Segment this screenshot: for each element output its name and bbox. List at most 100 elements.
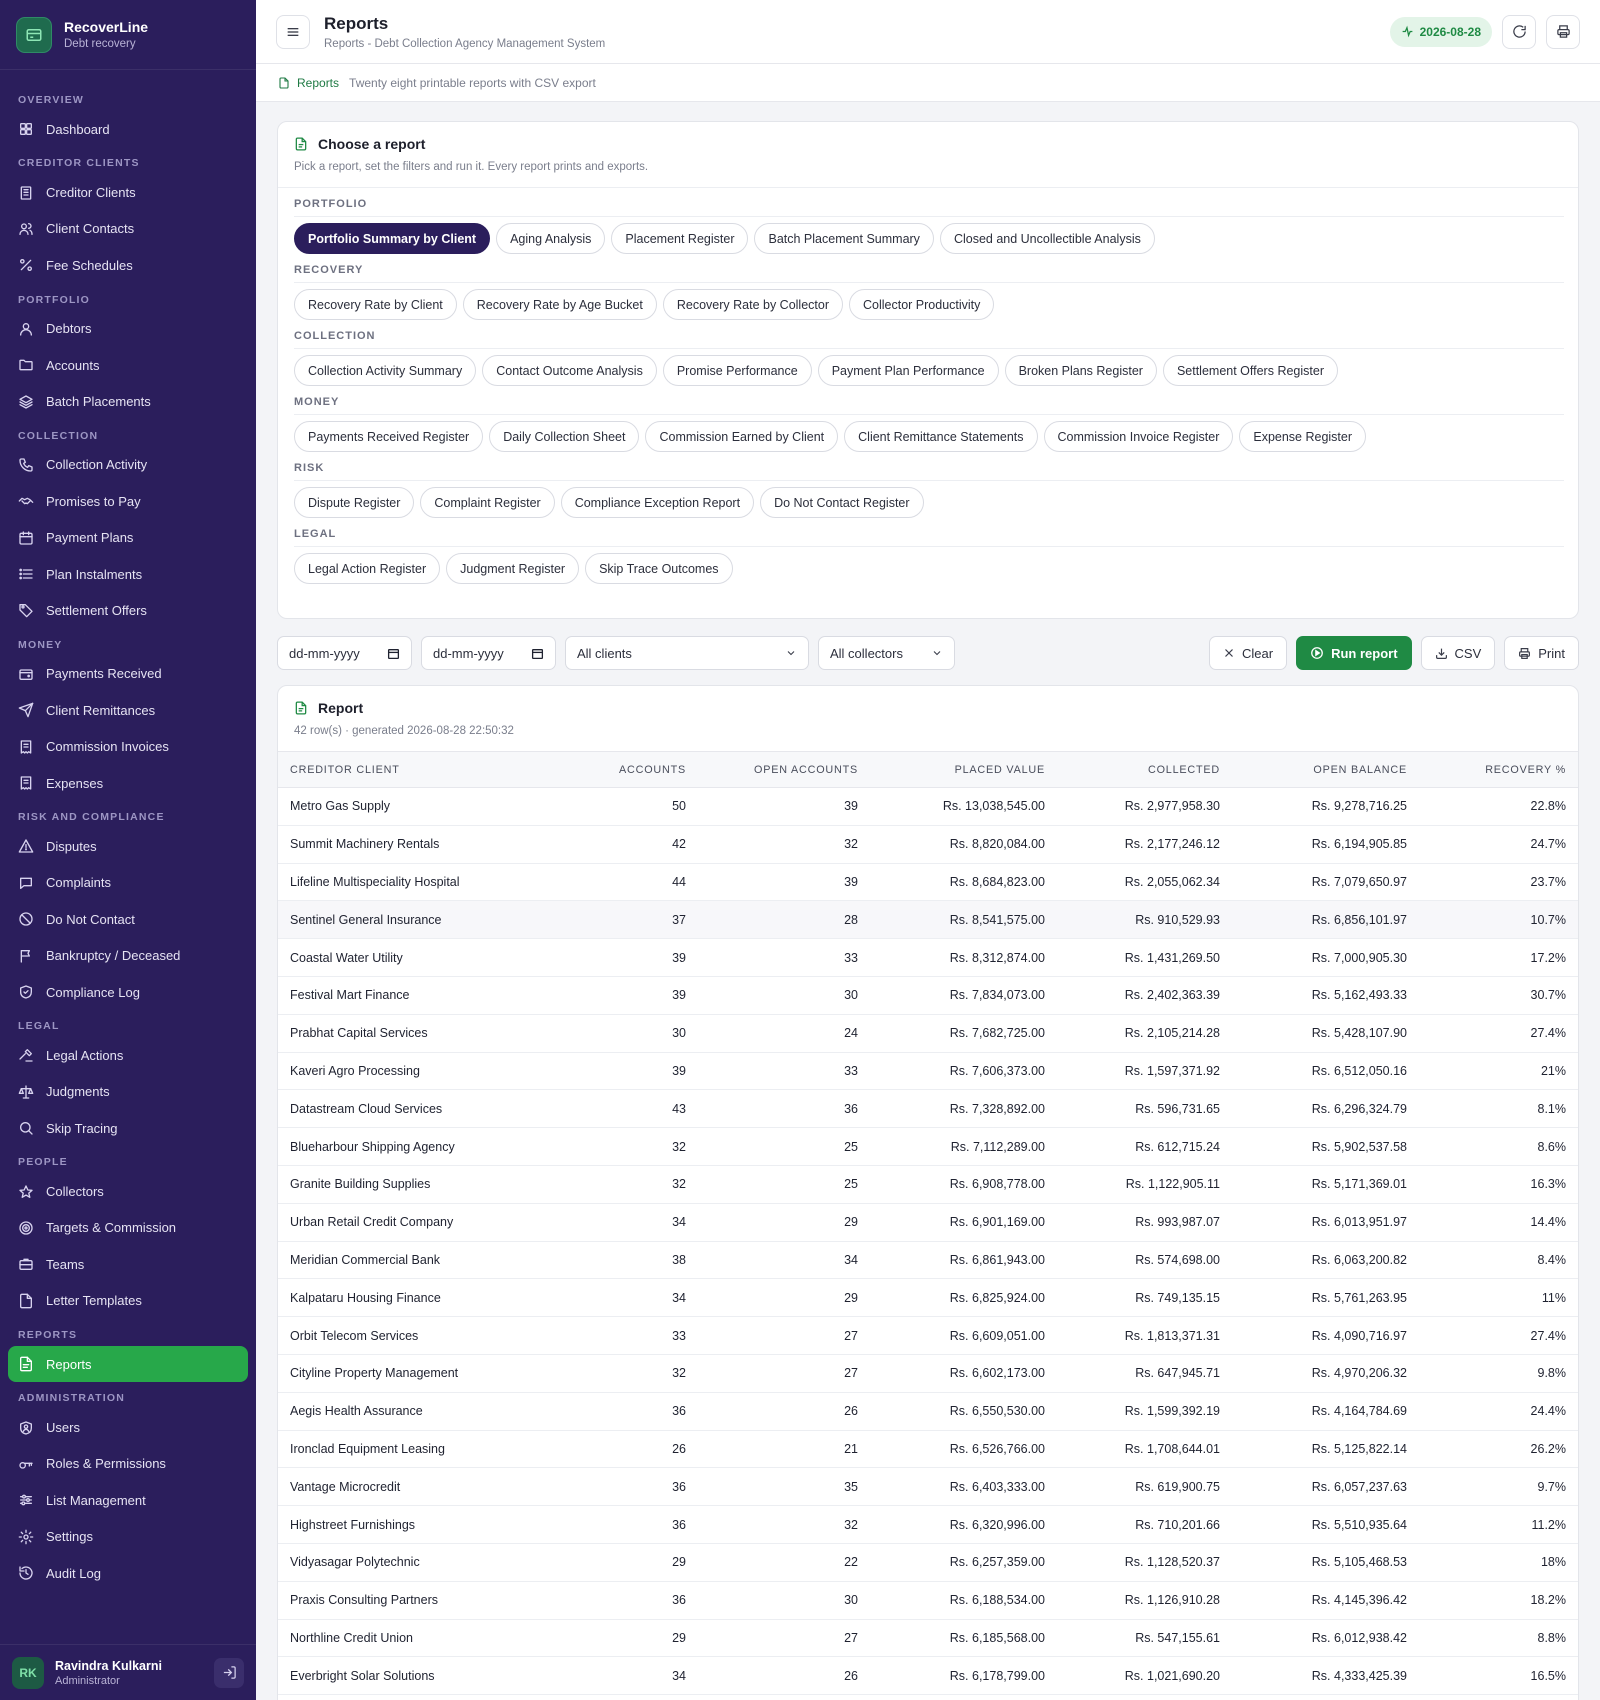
report-chip[interactable]: Do Not Contact Register bbox=[760, 487, 924, 518]
report-chip[interactable]: Judgment Register bbox=[446, 553, 580, 584]
column-header[interactable]: PLACED VALUE bbox=[870, 752, 1057, 788]
table-row[interactable]: Northline Credit Union 29 27 Rs. 6,185,568.… bbox=[278, 1619, 1578, 1658]
sidebar-item-targets-commission[interactable]: Targets & Commission bbox=[8, 1210, 248, 1246]
column-header[interactable]: CREDITOR CLIENT bbox=[278, 752, 568, 788]
report-chip[interactable]: Recovery Rate by Collector bbox=[662, 289, 843, 320]
menu-toggle-button[interactable] bbox=[276, 14, 310, 49]
table-row[interactable]: Metro Gas Supply 50 39 Rs. 13,038,545.00 Rs.… bbox=[278, 787, 1578, 826]
run-report-button[interactable]: Run report bbox=[1296, 636, 1412, 670]
csv-export-button[interactable]: CSV bbox=[1420, 636, 1496, 670]
sidebar-item-teams[interactable]: Teams bbox=[8, 1246, 248, 1282]
report-chip[interactable]: Placement Register bbox=[611, 223, 749, 254]
report-chip[interactable]: Recovery Rate by Age Bucket bbox=[462, 289, 657, 320]
table-row[interactable]: Sentinel General Insurance 37 28 Rs. 8,541,… bbox=[278, 900, 1578, 940]
report-chip[interactable]: Closed and Uncollectible Analysis bbox=[939, 223, 1155, 254]
sidebar-item-plan-instalments[interactable]: Plan Instalments bbox=[8, 556, 248, 592]
report-chip[interactable]: Dispute Register bbox=[294, 487, 415, 518]
report-chip[interactable]: Portfolio Summary by Client bbox=[294, 223, 491, 254]
print-page-button[interactable] bbox=[1546, 14, 1580, 49]
table-row[interactable]: Meridian Commercial Bank 38 34 Rs. 6,861,94… bbox=[278, 1241, 1578, 1280]
sidebar-item-client-contacts[interactable]: Client Contacts bbox=[8, 211, 248, 247]
report-chip[interactable]: Batch Placement Summary bbox=[754, 223, 934, 254]
column-header[interactable]: ACCOUNTS bbox=[568, 752, 698, 788]
table-row[interactable]: Kaveri Agro Processing 39 33 Rs. 7,606,373.… bbox=[278, 1052, 1578, 1091]
refresh-button[interactable] bbox=[1502, 14, 1536, 49]
report-chip[interactable]: Recovery Rate by Client bbox=[294, 289, 457, 320]
sidebar-item-judgments[interactable]: Judgments bbox=[8, 1074, 248, 1110]
table-row[interactable]: Festival Mart Finance 39 30 Rs. 7,834,073.0… bbox=[278, 976, 1578, 1015]
table-row[interactable]: Aegis Health Assurance 36 26 Rs. 6,550,530.… bbox=[278, 1392, 1578, 1431]
sidebar-item-expenses[interactable]: Expenses bbox=[8, 765, 248, 801]
report-chip[interactable]: Skip Trace Outcomes bbox=[585, 553, 733, 584]
client-select[interactable]: All clients bbox=[565, 636, 809, 670]
sidebar-item-dashboard[interactable]: Dashboard bbox=[8, 111, 248, 147]
table-row[interactable]: Datastream Cloud Services 43 36 Rs. 7,328,8… bbox=[278, 1089, 1578, 1129]
sidebar-item-compliance-log[interactable]: Compliance Log bbox=[8, 974, 248, 1010]
report-chip[interactable]: Compliance Exception Report bbox=[560, 487, 755, 518]
report-chip[interactable]: Expense Register bbox=[1239, 421, 1367, 452]
column-header[interactable]: OPEN ACCOUNTS bbox=[698, 752, 870, 788]
column-header[interactable]: OPEN BALANCE bbox=[1232, 752, 1419, 788]
sidebar-item-users[interactable]: Users bbox=[8, 1409, 248, 1445]
column-header[interactable]: RECOVERY % bbox=[1419, 752, 1578, 788]
table-row[interactable]: Kalpataru Housing Finance 34 29 Rs. 6,825,9… bbox=[278, 1278, 1578, 1318]
report-chip[interactable]: Commission Invoice Register bbox=[1043, 421, 1234, 452]
print-report-button[interactable]: Print bbox=[1504, 636, 1579, 670]
report-chip[interactable]: Legal Action Register bbox=[294, 553, 441, 584]
table-row[interactable]: Summit Machinery Rentals 42 32 Rs. 8,820,08… bbox=[278, 825, 1578, 864]
sidebar-item-audit-log[interactable]: Audit Log bbox=[8, 1555, 248, 1591]
sidebar-item-accounts[interactable]: Accounts bbox=[8, 347, 248, 383]
sidebar-item-reports[interactable]: Reports bbox=[8, 1345, 248, 1383]
logout-button[interactable] bbox=[214, 1657, 244, 1688]
table-row[interactable]: Everbright Solar Solutions 34 26 Rs. 6,178,… bbox=[278, 1656, 1578, 1696]
sidebar-item-legal-actions[interactable]: Legal Actions bbox=[8, 1037, 248, 1073]
table-row[interactable]: Vantage Microcredit 36 35 Rs. 6,403,333.00 R… bbox=[278, 1467, 1578, 1507]
report-chip[interactable]: Client Remittance Statements bbox=[844, 421, 1038, 452]
report-chip[interactable]: Promise Performance bbox=[662, 355, 812, 386]
sidebar-item-do-not-contact[interactable]: Do Not Contact bbox=[8, 901, 248, 937]
table-row[interactable]: Ironclad Equipment Leasing 26 21 Rs. 6,526,… bbox=[278, 1430, 1578, 1469]
report-chip[interactable]: Contact Outcome Analysis bbox=[482, 355, 657, 386]
sidebar-item-creditor-clients[interactable]: Creditor Clients bbox=[8, 174, 248, 210]
breadcrumb-section[interactable]: Reports bbox=[297, 76, 339, 90]
report-chip[interactable]: Complaint Register bbox=[420, 487, 555, 518]
table-row[interactable]: Lifeline Multispeciality Hospital 44 39 Rs.… bbox=[278, 863, 1578, 902]
sidebar-item-fee-schedules[interactable]: Fee Schedules bbox=[8, 247, 248, 283]
sidebar-item-client-remittances[interactable]: Client Remittances bbox=[8, 692, 248, 728]
sidebar-item-collection-activity[interactable]: Collection Activity bbox=[8, 447, 248, 483]
report-chip[interactable]: Aging Analysis bbox=[496, 223, 606, 254]
table-row[interactable]: Vidyasagar Polytechnic 29 22 Rs. 6,257,359.… bbox=[278, 1543, 1578, 1582]
sidebar-item-complaints[interactable]: Complaints bbox=[8, 865, 248, 901]
brand[interactable]: RecoverLine Debt recovery bbox=[0, 0, 256, 70]
date-to-input[interactable]: dd-mm-yyyy bbox=[421, 636, 556, 670]
table-row[interactable]: Highstreet Furnishings 36 32 Rs. 6,320,996.… bbox=[278, 1505, 1578, 1544]
report-chip[interactable]: Broken Plans Register bbox=[1004, 355, 1157, 386]
report-chip[interactable]: Collector Productivity bbox=[849, 289, 995, 320]
sidebar-item-settlement-offers[interactable]: Settlement Offers bbox=[8, 592, 248, 628]
sidebar-item-settings[interactable]: Settings bbox=[8, 1519, 248, 1555]
table-row[interactable]: Granite Building Supplies 32 25 Rs. 6,908,7… bbox=[278, 1165, 1578, 1204]
table-row[interactable]: Orbit Telecom Services 33 27 Rs. 6,609,051.… bbox=[278, 1316, 1578, 1355]
report-chip[interactable]: Payment Plan Performance bbox=[817, 355, 999, 386]
sidebar-item-promises-to-pay[interactable]: Promises to Pay bbox=[8, 483, 248, 519]
sidebar-item-skip-tracing[interactable]: Skip Tracing bbox=[8, 1110, 248, 1146]
report-chip[interactable]: Daily Collection Sheet bbox=[489, 421, 640, 452]
sidebar-item-list-management[interactable]: List Management bbox=[8, 1482, 248, 1518]
table-row[interactable]: Praxis Consulting Partners 36 30 Rs. 6,188,… bbox=[278, 1581, 1578, 1620]
date-from-input[interactable]: dd-mm-yyyy bbox=[277, 636, 412, 670]
table-row[interactable]: Cityline Property Management 32 27 Rs. 6,60… bbox=[278, 1354, 1578, 1393]
table-row[interactable]: Prabhat Capital Services 30 24 Rs. 7,682,72… bbox=[278, 1014, 1578, 1053]
avatar[interactable]: RK bbox=[12, 1656, 44, 1689]
table-row[interactable]: Urban Retail Credit Company 34 29 Rs. 6,901… bbox=[278, 1203, 1578, 1242]
column-header[interactable]: COLLECTED bbox=[1057, 752, 1232, 788]
sidebar-item-debtors[interactable]: Debtors bbox=[8, 311, 248, 347]
sidebar-item-collectors[interactable]: Collectors bbox=[8, 1173, 248, 1209]
sidebar-item-payment-plans[interactable]: Payment Plans bbox=[8, 520, 248, 556]
clear-button[interactable]: Clear bbox=[1209, 636, 1288, 670]
report-chip[interactable]: Collection Activity Summary bbox=[294, 355, 477, 386]
report-chip[interactable]: Commission Earned by Client bbox=[645, 421, 839, 452]
sidebar-item-commission-invoices[interactable]: Commission Invoices bbox=[8, 728, 248, 764]
report-chip[interactable]: Payments Received Register bbox=[294, 421, 484, 452]
sidebar-item-batch-placements[interactable]: Batch Placements bbox=[8, 383, 248, 419]
collector-select[interactable]: All collectors bbox=[818, 636, 955, 670]
